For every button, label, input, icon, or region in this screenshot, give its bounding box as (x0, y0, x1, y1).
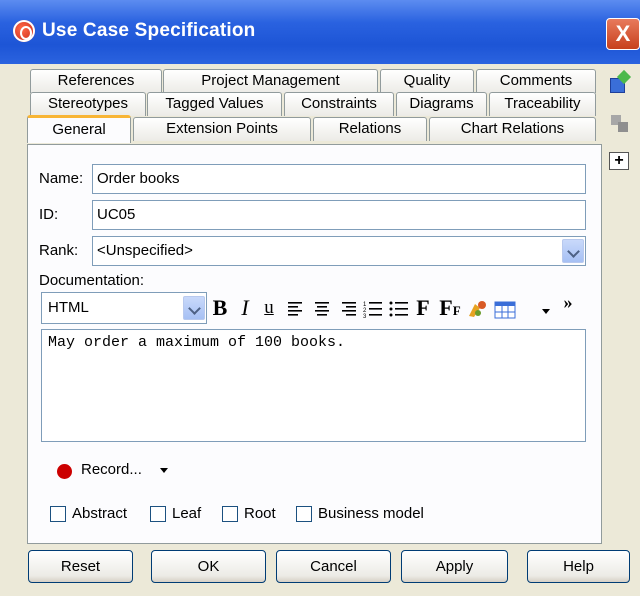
name-label: Name: (39, 170, 84, 187)
root-label: Root (244, 505, 276, 522)
expand-icon[interactable]: + (609, 152, 629, 170)
numbered-list-icon[interactable]: 123 (362, 293, 384, 323)
record-button[interactable]: Record... (81, 461, 142, 478)
tab-quality[interactable]: Quality (380, 69, 474, 93)
business-model-checkbox[interactable] (296, 506, 312, 522)
align-center-icon[interactable] (312, 293, 332, 323)
italic-button[interactable]: I (236, 293, 254, 323)
tab-relations[interactable]: Relations (313, 117, 427, 141)
font-size-button[interactable]: FF (438, 293, 462, 323)
tab-stereotypes[interactable]: Stereotypes (30, 92, 146, 116)
window-title: Use Case Specification (42, 20, 256, 41)
more-tools-button[interactable]: » (560, 287, 576, 317)
tab-references[interactable]: References (30, 69, 162, 93)
help-button[interactable]: Help (527, 550, 630, 583)
copy-icon[interactable] (608, 112, 632, 134)
use-case-specification-dialog: Use Case Specification X References Proj… (0, 0, 640, 596)
tab-chart-relations[interactable]: Chart Relations (429, 117, 596, 141)
tab-project-management[interactable]: Project Management (163, 69, 378, 93)
abstract-checkbox[interactable] (50, 506, 66, 522)
color-palette-icon[interactable] (466, 293, 488, 323)
apply-button[interactable]: Apply (401, 550, 508, 583)
app-icon (13, 20, 35, 42)
documentation-label: Documentation: (39, 272, 145, 289)
format-select[interactable]: HTML (41, 292, 207, 324)
table-dropdown-icon[interactable] (540, 293, 552, 323)
tab-extension-points[interactable]: Extension Points (133, 117, 311, 141)
leaf-label: Leaf (172, 505, 202, 522)
reset-button[interactable]: Reset (28, 550, 133, 583)
chevron-down-icon[interactable] (183, 296, 205, 320)
abstract-label: Abstract (72, 505, 128, 522)
svg-text:3: 3 (363, 314, 367, 318)
align-right-icon[interactable] (338, 293, 358, 323)
tab-comments[interactable]: Comments (476, 69, 596, 93)
leaf-checkbox[interactable] (150, 506, 166, 522)
close-button[interactable]: X (606, 18, 640, 50)
chevron-down-icon[interactable] (562, 239, 584, 263)
edit-icon[interactable] (608, 69, 632, 94)
root-checkbox[interactable] (222, 506, 238, 522)
record-dropdown-icon[interactable] (160, 468, 168, 473)
underline-button[interactable]: u (260, 293, 278, 323)
tab-tagged-values[interactable]: Tagged Values (147, 92, 282, 116)
bullet-list-icon[interactable] (388, 293, 410, 323)
tab-general[interactable]: General (27, 115, 131, 143)
business-model-label: Business model (318, 505, 424, 522)
id-field[interactable]: UC05 (92, 200, 586, 230)
name-field[interactable]: Order books (92, 164, 586, 194)
tab-constraints[interactable]: Constraints (284, 92, 394, 116)
tab-diagrams[interactable]: Diagrams (396, 92, 487, 116)
title-bar[interactable]: Use Case Specification X (0, 0, 640, 64)
ok-button[interactable]: OK (151, 550, 266, 583)
rank-value: <Unspecified> (97, 242, 193, 259)
tab-traceability[interactable]: Traceability (489, 92, 596, 116)
cancel-button[interactable]: Cancel (276, 550, 391, 583)
record-icon[interactable] (57, 464, 72, 479)
documentation-text: May order a maximum of 100 books. (48, 334, 346, 351)
font-size-label: F (439, 295, 453, 320)
align-left-icon[interactable] (286, 293, 306, 323)
documentation-editor[interactable]: May order a maximum of 100 books. (41, 329, 586, 442)
font-button[interactable]: F (414, 293, 432, 323)
format-value: HTML (48, 299, 89, 316)
bold-button[interactable]: B (210, 293, 230, 323)
table-icon[interactable] (492, 293, 518, 323)
rank-select[interactable]: <Unspecified> (92, 236, 586, 266)
id-label: ID: (39, 206, 59, 223)
rank-label: Rank: (39, 242, 79, 259)
